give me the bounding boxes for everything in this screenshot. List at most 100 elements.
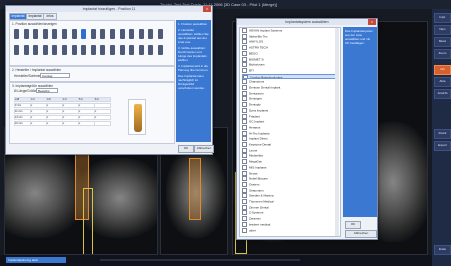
- toolbar-button-info[interactable]: Info: [434, 65, 451, 75]
- system-ok-button[interactable]: OK: [345, 221, 361, 229]
- checkbox[interactable]: [242, 210, 247, 216]
- list-item[interactable]: Neoss: [242, 170, 338, 176]
- size-grid-cell[interactable]: x: [94, 109, 111, 114]
- tooth[interactable]: [110, 45, 115, 55]
- list-item[interactable]: Zimmer Dental: [242, 204, 338, 210]
- tooth[interactable]: [110, 29, 115, 39]
- list-item[interactable]: MIS Implants: [242, 164, 338, 170]
- checkbox[interactable]: [242, 39, 247, 45]
- list-item[interactable]: Heraeus: [242, 124, 338, 130]
- tab-implant-2[interactable]: Implantat: [26, 13, 44, 20]
- tooth[interactable]: [42, 45, 48, 55]
- checkbox[interactable]: [242, 45, 247, 51]
- size-grid-cell[interactable]: x: [78, 103, 95, 108]
- size-grid-cell[interactable]: x: [78, 115, 95, 120]
- size-grid-cell[interactable]: x: [46, 103, 63, 108]
- list-item[interactable]: BIOMET 3i: [242, 56, 338, 62]
- checkbox[interactable]: [242, 221, 247, 227]
- list-item[interactable]: Dentegris: [242, 96, 338, 102]
- checkbox[interactable]: [242, 181, 247, 187]
- checkbox[interactable]: [242, 142, 247, 147]
- list-item[interactable]: Keystone Dental: [242, 142, 338, 147]
- list-item[interactable]: BEGO: [242, 50, 338, 56]
- list-item[interactable]: other: [242, 227, 338, 233]
- size-grid-cell[interactable]: x: [78, 109, 95, 114]
- toolbar-button-export[interactable]: Export: [434, 141, 451, 151]
- list-item[interactable]: Hi-Tec Implants: [242, 130, 338, 136]
- checkbox[interactable]: [242, 216, 247, 222]
- size-grid-cell[interactable]: [94, 121, 111, 126]
- size-grid-cell[interactable]: x: [62, 103, 79, 108]
- size-grid-cell[interactable]: [94, 103, 111, 108]
- tooth[interactable]: [14, 29, 19, 39]
- tooth[interactable]: [33, 45, 39, 55]
- size-grid-cell[interactable]: x: [62, 121, 79, 126]
- checkbox[interactable]: [242, 176, 247, 182]
- tab-info[interactable]: Infos: [43, 13, 57, 20]
- checkbox[interactable]: [242, 96, 247, 102]
- tooth-chart[interactable]: [14, 29, 170, 61]
- list-item[interactable]: ASTRA TECH: [242, 45, 338, 51]
- implant-marker-sagittal[interactable]: [189, 158, 201, 220]
- list-item[interactable]: Dentsply: [242, 102, 338, 108]
- list-item[interactable]: Thommen Medical: [242, 199, 338, 204]
- list-item[interactable]: Dentium Dental Implant: [242, 85, 338, 90]
- tooth[interactable]: [71, 45, 77, 55]
- tooth[interactable]: [148, 45, 154, 55]
- checkbox[interactable]: [242, 159, 247, 165]
- tooth[interactable]: [71, 29, 77, 39]
- checkbox[interactable]: [242, 113, 247, 119]
- checkbox[interactable]: [242, 187, 247, 193]
- list-item[interactable]: Sweden & Martina: [242, 193, 338, 199]
- checkbox[interactable]: [242, 33, 247, 39]
- checkbox[interactable]: [242, 62, 247, 68]
- list-item[interactable]: ANKYLOS: [242, 39, 338, 45]
- tooth[interactable]: [119, 45, 125, 55]
- tooth[interactable]: [158, 45, 163, 55]
- cancel-button[interactable]: Abbrechen: [194, 145, 214, 153]
- checkbox[interactable]: [242, 130, 247, 136]
- checkbox[interactable]: [242, 119, 247, 125]
- tooth[interactable]: [129, 29, 135, 39]
- checkbox[interactable]: [242, 199, 247, 204]
- tooth[interactable]: [62, 29, 67, 39]
- ok-button[interactable]: OK: [178, 145, 194, 153]
- tooth[interactable]: [158, 29, 163, 39]
- tooth[interactable]: [100, 45, 106, 55]
- checkbox[interactable]: [242, 28, 247, 33]
- tooth[interactable]: [23, 29, 29, 39]
- size-grid-cell[interactable]: x: [46, 121, 63, 126]
- checkbox[interactable]: [242, 85, 247, 90]
- toolbar-button-implant[interactable]: Impl.: [434, 13, 451, 23]
- checkbox[interactable]: [242, 164, 247, 170]
- list-item[interactable]: Friadent: [242, 113, 338, 119]
- tooth[interactable]: [129, 45, 135, 55]
- checkbox[interactable]: [242, 67, 247, 73]
- toolbar-button-exit[interactable]: Ende: [434, 245, 451, 255]
- size-grid-cell[interactable]: x: [30, 121, 47, 126]
- checkbox[interactable]: [242, 227, 247, 233]
- toolbar-button-zoom[interactable]: Zoom: [434, 49, 451, 59]
- list-item[interactable]: Alpha-Bio Tec: [242, 33, 338, 39]
- checkbox[interactable]: [242, 124, 247, 130]
- list-scrollbar[interactable]: [335, 28, 339, 236]
- slice-slider[interactable]: [100, 259, 300, 261]
- list-item[interactable]: Osstem: [242, 181, 338, 187]
- tooth[interactable]: [81, 45, 87, 55]
- tooth[interactable]: [81, 29, 87, 39]
- checkbox[interactable]: [242, 136, 247, 142]
- system-cancel-button[interactable]: Abbrechen: [345, 230, 377, 238]
- toolbar-button-record[interactable]: Akte: [434, 77, 451, 87]
- list-item[interactable]: Dyna Implants: [242, 107, 338, 113]
- tooth[interactable]: [90, 29, 96, 39]
- size-grid-cell[interactable]: x: [46, 109, 63, 114]
- checkbox[interactable]: [242, 153, 247, 159]
- tooth[interactable]: [33, 29, 39, 39]
- size-grid-cell[interactable]: x: [62, 115, 79, 120]
- tooth[interactable]: [90, 45, 96, 55]
- list-item[interactable]: Z-Systems: [242, 210, 338, 216]
- tooth[interactable]: [52, 45, 58, 55]
- size-grid-cell[interactable]: x: [30, 103, 47, 108]
- tooth[interactable]: [52, 29, 58, 39]
- tooth[interactable]: [14, 45, 19, 55]
